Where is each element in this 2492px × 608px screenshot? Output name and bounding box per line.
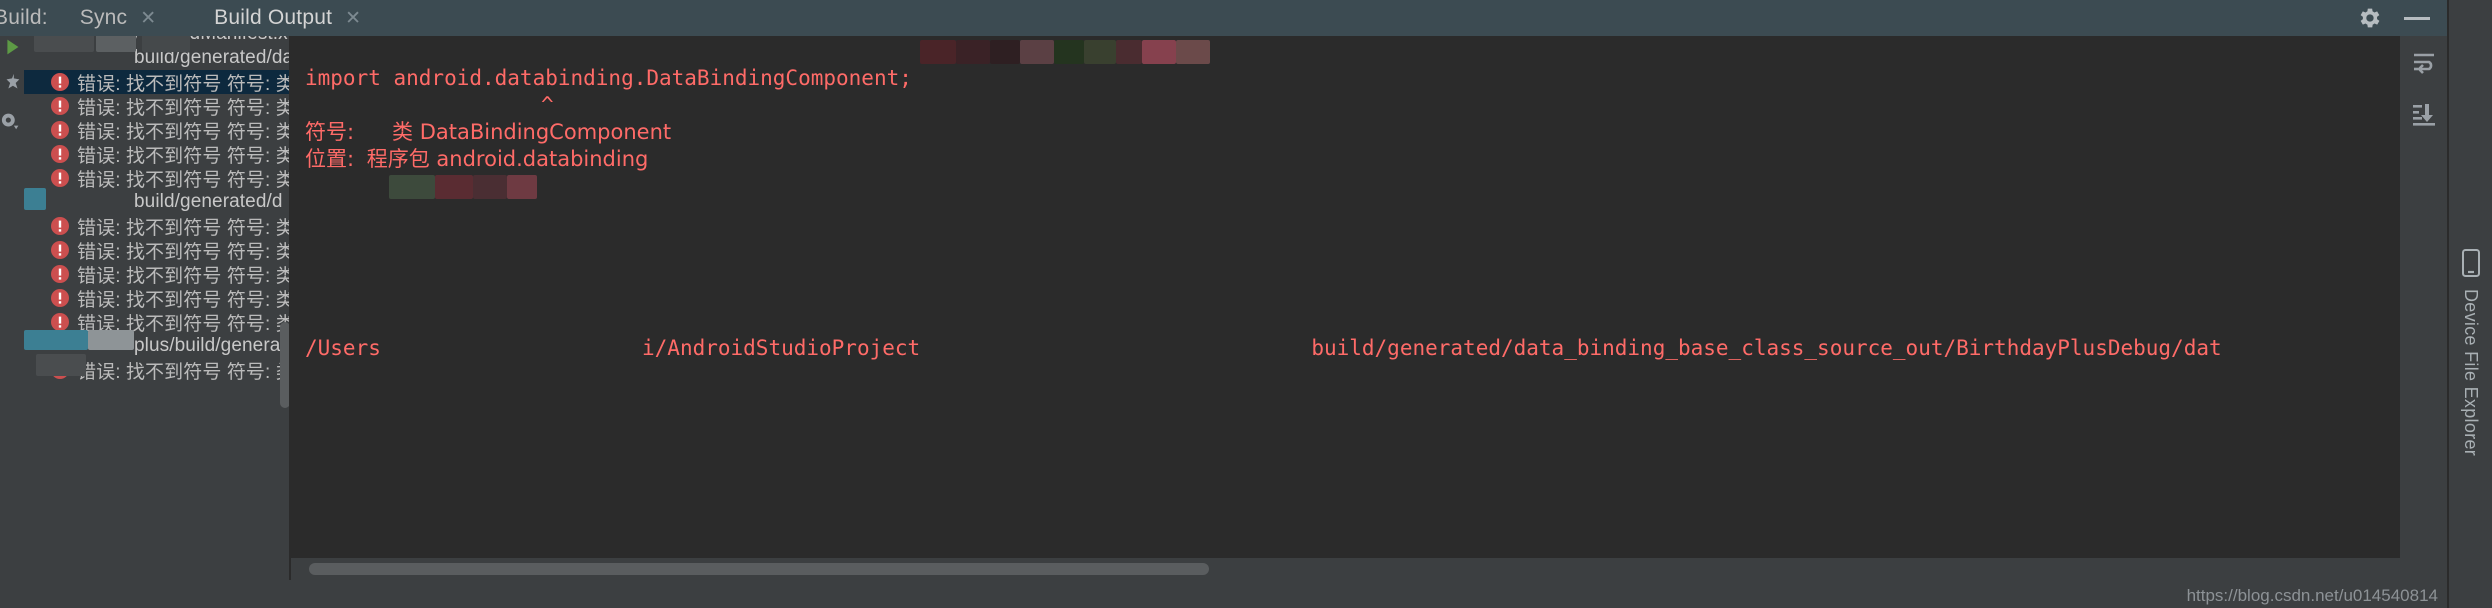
tree-row-group[interactable]: AndroidManifest.xml [24,36,290,46]
tree-row-error[interactable]: 错误: 找不到符号 符号: 类 [24,286,290,310]
device-icon [2460,248,2482,283]
tree-row-label: build/generated/data [134,47,290,68]
error-icon [50,120,70,140]
location-label: 位置: [305,147,355,171]
console-line-location: 位置: 程序包 android.databinding [291,146,2400,173]
tool-window-bar-right: Device File Explorer [2449,0,2492,608]
filter-icon[interactable] [0,110,24,137]
tree-row-label: build/generated/d [134,191,283,212]
path-suffix: build/generated/data_binding_base_class_… [1311,336,2222,360]
tree-row-label: 错误: 找不到符号 符号: 类 [77,265,290,287]
path-redaction [381,173,642,362]
tab-build-output[interactable]: Build Output ✕ [200,0,371,36]
build-output-window: Build: Sync ✕ Build Output ✕ build/gener… [0,0,2492,608]
tree-row-group[interactable]: build/generated/d [24,190,290,214]
console-tool-strip [2400,36,2448,580]
tree-row-label: 错误: 找不到符号 符号: 类 [77,97,290,119]
tree-row-error[interactable]: 错误: 找不到符号 符号: 类 [24,118,290,142]
build-label: Build: [0,6,48,29]
tree-row-error[interactable]: 错误: 找不到符号 符号: 类 [24,166,290,190]
console-line-symbol: 符号: 类 DataBindingComponent [291,119,2400,146]
location-value: 程序包 android.databinding [366,147,649,171]
error-icon [50,360,70,380]
error-icon [50,240,70,260]
tab-sync-label: Sync [79,6,128,29]
tree-row-label: 错误: 找不到符号 符号: 类 [77,241,290,263]
close-icon[interactable]: ✕ [140,9,156,28]
error-icon [50,216,70,236]
symbol-value: 类 DataBindingComponent [392,120,672,144]
tree-row-label: 错误: 找不到符号 符号: 类 [77,361,290,383]
tree-row-error[interactable]: 错误: 找不到符号 符号: 类 [24,238,290,262]
symbol-label: 符号: [305,120,355,144]
tree-row-error[interactable]: 错误: 找不到符号 符号: 类 [24,358,290,382]
tree-row-group[interactable]: plus/build/generated/d [24,334,290,358]
error-icon [50,312,70,332]
scroll-to-end-icon[interactable] [2411,102,2437,133]
tab-build-output-label: Build Output [214,6,333,29]
path-redaction [920,38,1311,362]
soft-wrap-icon[interactable] [2411,50,2437,81]
sidebar-item-device-file-explorer[interactable]: Device File Explorer [2449,248,2492,456]
console-text-area: /Users i/AndroidStudioProject build/gene… [291,36,2400,556]
close-icon[interactable]: ✕ [345,9,361,28]
tree-row-error[interactable]: 错误: 找不到符号 符号: 类 [24,262,290,286]
tree-row-label: 错误: 找不到符号 符号: 类 [77,289,290,311]
tree-row-label: AndroidManifest.xml [134,36,290,45]
console-line-import: import android.databinding.DataBindingCo… [305,66,912,90]
tree-row-label: 错误: 找不到符号 符号: 类 [77,121,290,143]
tree-row-label: 错误: 找不到符号 符号: 类 [77,217,290,239]
tree-row-label: plus/build/generated/d [134,335,290,356]
error-icon [50,264,70,284]
tree-row-label: 错误: 找不到符号 符号: 类 [77,313,290,335]
path-prefix: /Users [305,336,381,360]
scrollbar-thumb[interactable] [309,563,1209,575]
console-line-caret: ^ [541,93,554,117]
tree-row-label: 错误: 找不到符号 符号: 类 [77,73,290,95]
build-toolwindow-header: Build: Sync ✕ Build Output ✕ [0,0,2452,36]
tree-row-label: 错误: 找不到符号 符号: 类 [77,169,290,191]
tree-row-error[interactable]: 错误: 找不到符号 符号: 类 [24,94,290,118]
run-icon[interactable] [0,36,24,63]
pin-icon[interactable] [0,72,24,99]
left-tool-strip [0,36,24,580]
tree-row-label: 错误: 找不到符号 符号: 类 [77,145,290,167]
minimize-icon[interactable] [2404,16,2430,20]
tab-sync[interactable]: Sync ✕ [66,0,166,36]
error-icon [50,288,70,308]
path-mid: i/AndroidStudioProject [642,336,921,360]
build-console-panel[interactable]: /Users i/AndroidStudioProject build/gene… [291,36,2400,580]
build-tree-list: AndroidManifest.xml build/generated/data 错… [24,36,290,382]
tree-row-error[interactable]: 错误: 找不到符号 符号: 类 [24,70,290,94]
sidebar-item-label: Device File Explorer [2461,289,2481,457]
tree-row-group[interactable]: build/generated/data [24,46,290,70]
tree-row-error[interactable]: 错误: 找不到符号 符号: 类 [24,214,290,238]
error-icon [50,144,70,164]
error-icon [50,96,70,116]
gear-icon[interactable] [2356,5,2382,31]
console-line-path: /Users i/AndroidStudioProject build/gene… [291,38,2400,360]
tree-row-error[interactable]: 错误: 找不到符号 符号: 类 [24,310,290,334]
console-horizontal-scrollbar[interactable] [291,558,2400,580]
tree-row-error[interactable]: 错误: 找不到符号 符号: 类 [24,142,290,166]
build-tree-panel[interactable]: AndroidManifest.xml build/generated/data 错… [24,36,290,580]
error-icon [50,72,70,92]
error-icon [50,168,70,188]
watermark: https://blog.csdn.net/u014540814 [2186,586,2438,605]
